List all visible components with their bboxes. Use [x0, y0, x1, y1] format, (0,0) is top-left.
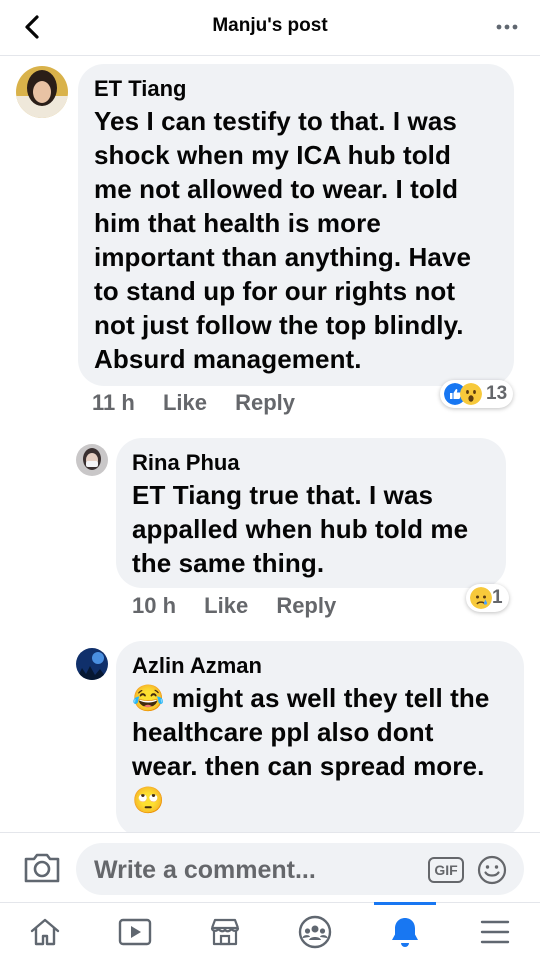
reply-button[interactable]: Reply: [235, 390, 295, 415]
reaction-summary[interactable]: 1: [466, 584, 509, 612]
nav-groups[interactable]: [270, 903, 360, 960]
nav-notifications[interactable]: [360, 902, 450, 960]
menu-icon: [480, 920, 510, 943]
marketplace-icon: [210, 918, 240, 945]
nav-menu[interactable]: [450, 903, 540, 960]
like-button[interactable]: Like: [204, 593, 248, 618]
emoji-icon[interactable]: [476, 854, 508, 886]
nav-marketplace[interactable]: [180, 903, 270, 960]
notifications-icon: [392, 917, 418, 947]
home-icon: [30, 918, 60, 945]
sad-icon: [470, 587, 492, 609]
comment-text: 😂 might as well they tell the healthcare…: [132, 683, 490, 815]
comment-meta: 10 h Like Reply: [132, 593, 358, 619]
post-header: Manju's post: [0, 0, 540, 56]
comment-bubble: ET Tiang Yes I can testify to that. I wa…: [78, 64, 514, 386]
reaction-count: 13: [486, 383, 508, 404]
comment-input[interactable]: Write a comment... GIF: [76, 843, 524, 895]
watch-icon: [118, 918, 152, 945]
comment-bubble: Rina Phua ET Tiang true that. I was appa…: [116, 438, 506, 588]
like-button[interactable]: Like: [163, 390, 207, 415]
reaction-count: 1: [492, 587, 503, 608]
comment-meta: 11 h Like Reply: [92, 390, 317, 416]
page-title: Manju's post: [212, 15, 328, 36]
comment-input-placeholder: Write a comment...: [94, 856, 316, 884]
comment-author[interactable]: Azlin Azman: [132, 653, 506, 679]
comment-time: 11 h: [92, 390, 135, 415]
comment-text: ET Tiang true that. I was appalled when …: [132, 480, 469, 578]
comment-author[interactable]: Rina Phua: [132, 450, 488, 476]
gif-button[interactable]: GIF: [428, 857, 464, 883]
wow-icon: [460, 383, 482, 405]
reaction-summary[interactable]: 13: [440, 380, 514, 408]
comment-text: Yes I can testify to that. I was shock w…: [94, 106, 472, 374]
eye-roll-emoji: 🙄: [132, 785, 165, 815]
nav-home[interactable]: [0, 903, 90, 960]
more-options-icon[interactable]: [492, 14, 522, 40]
comment-bubble: Azlin Azman 😂 might as well they tell th…: [116, 641, 524, 837]
avatar[interactable]: [16, 66, 68, 118]
comment-composer: Write a comment... GIF: [0, 832, 540, 902]
reply-button[interactable]: Reply: [276, 593, 336, 618]
nav-watch[interactable]: [90, 903, 180, 960]
laughing-emoji: 😂: [132, 683, 165, 713]
comment-author[interactable]: ET Tiang: [94, 76, 496, 102]
groups-icon: [298, 915, 332, 948]
comment-time: 10 h: [132, 593, 177, 618]
avatar[interactable]: [76, 648, 108, 680]
bottom-nav: [0, 902, 540, 960]
avatar[interactable]: [76, 444, 108, 476]
camera-icon[interactable]: [22, 849, 62, 885]
